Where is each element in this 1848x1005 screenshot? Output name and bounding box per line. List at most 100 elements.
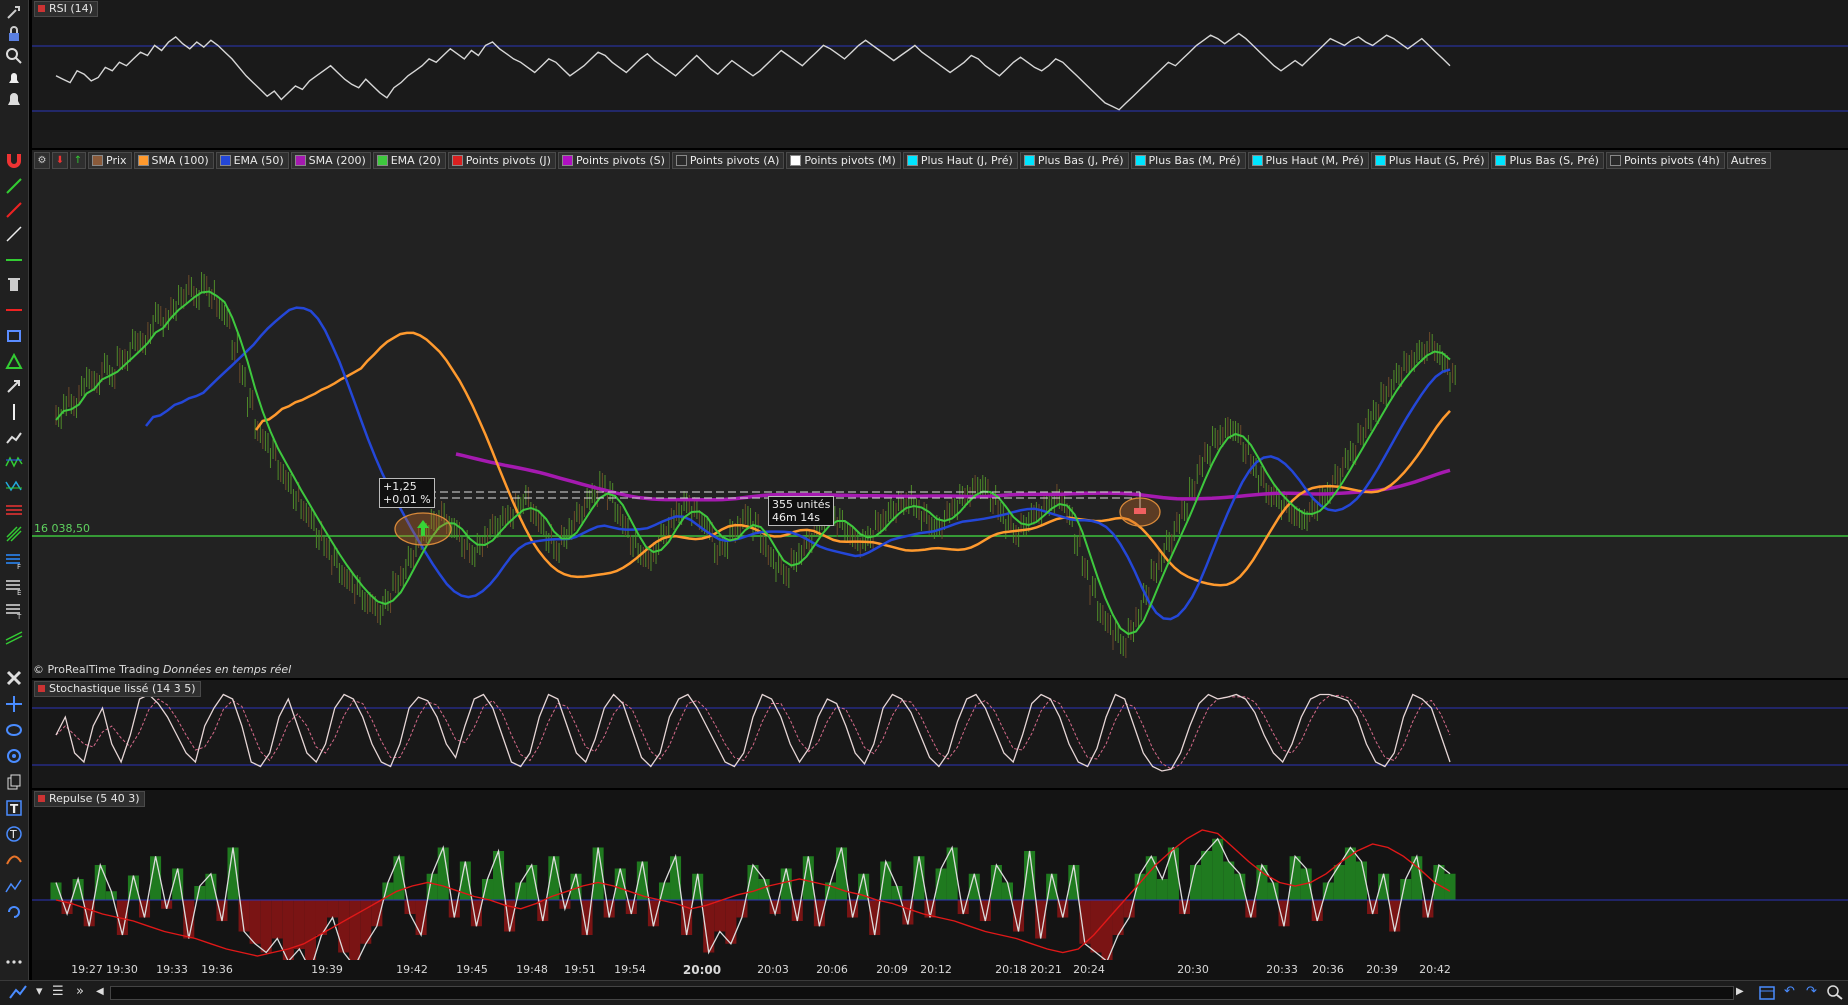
rectangle-icon[interactable] (4, 326, 24, 346)
red-horizontal-icon[interactable] (4, 300, 24, 320)
dropdown-icon[interactable]: ▾ (36, 984, 43, 999)
legend-item[interactable]: SMA (100) (133, 152, 214, 169)
rsi-title[interactable]: RSI (14) (34, 1, 98, 17)
copy-icon[interactable] (4, 772, 24, 792)
trade-info-label: 355 unités 46m 14s (768, 496, 835, 526)
gann-icon[interactable] (4, 746, 24, 766)
wrench-icon[interactable] (4, 2, 24, 22)
legend-item[interactable]: Points pivots (S) (557, 152, 670, 169)
ellipse-icon[interactable] (4, 720, 24, 740)
scroll-right-icon[interactable]: ▶ (1736, 986, 1744, 997)
repulse-title[interactable]: Repulse (5 40 3) (34, 791, 145, 807)
legend-label: Points pivots (A) (689, 154, 780, 167)
legend-item[interactable]: Points pivots (4h) (1605, 152, 1725, 169)
time-tick: 20:21 (1030, 963, 1062, 976)
legend-swatch (1134, 155, 1146, 166)
rsi-pane[interactable]: RSI (14) (32, 0, 1848, 148)
legend-item[interactable]: Autres (1726, 152, 1772, 169)
time-tick: 19:33 (156, 963, 188, 976)
move-icon[interactable] (4, 694, 24, 714)
price-chart (32, 272, 1848, 658)
curve-icon[interactable] (4, 850, 24, 870)
horizontal-line-icon[interactable] (4, 250, 24, 270)
time-tick: 20:12 (920, 963, 952, 976)
repulse-bar (260, 900, 272, 953)
legend-item[interactable]: Points pivots (J) (447, 152, 556, 169)
menu-icon[interactable]: ☰ (52, 984, 64, 999)
channel-icon[interactable] (4, 626, 24, 646)
ema-20-line (55, 290, 1451, 636)
legend-item[interactable]: SMA (200) (290, 152, 371, 169)
legend-item[interactable]: Plus Bas (J, Pré) (1019, 152, 1129, 169)
repulse-bar (304, 900, 316, 960)
svg-text:T: T (10, 802, 19, 816)
time-axis[interactable]: 19:27 19:30 19:33 19:36 19:39 19:42 19:45 19:48… (32, 960, 1848, 980)
fib-time-icon[interactable]: T (4, 600, 24, 620)
time-tick: 19:27 (71, 963, 103, 976)
forward-icon[interactable]: » (76, 984, 84, 999)
segment-icon[interactable] (4, 224, 24, 244)
price-pane[interactable]: ⚙ ⬇ ↑ Prix SMA (100) EMA (50) SMA (200) EMA … (32, 150, 1848, 678)
legend-item[interactable]: Points pivots (M) (786, 152, 901, 169)
legend-swatch (451, 155, 463, 166)
time-tick: 20:42 (1419, 963, 1451, 976)
time-tick: 20:24 (1073, 963, 1105, 976)
vertical-line-icon[interactable] (4, 402, 24, 422)
redo-icon[interactable]: ↷ (1806, 984, 1817, 999)
alert-icon[interactable] (4, 68, 24, 88)
repulse-bar (282, 900, 294, 960)
legend-item[interactable]: Plus Bas (M, Pré) (1130, 152, 1246, 169)
legend-label: Plus Bas (S, Pré) (1509, 154, 1599, 167)
zigzag-icon[interactable] (4, 476, 24, 496)
stochastic-title[interactable]: Stochastique lissé (14 3 5) (34, 681, 201, 697)
legend-item[interactable]: Plus Bas (S, Pré) (1491, 152, 1604, 169)
legend-item[interactable]: Points pivots (A) (671, 152, 785, 169)
pitchfork-icon[interactable] (4, 524, 24, 544)
repulse-pane[interactable]: Repulse (5 40 3) (32, 790, 1848, 960)
red-line-icon[interactable] (4, 200, 24, 220)
tools-icon[interactable] (4, 668, 24, 688)
repulse-bar (670, 856, 682, 900)
fib-retracement-icon[interactable]: F (4, 550, 24, 570)
scroll-left-icon[interactable]: ◀ (96, 986, 104, 997)
legend-item[interactable]: Plus Haut (S, Pré) (1370, 152, 1490, 169)
entry-pnl-label: +1,25 +0,01 % (379, 478, 435, 508)
undo-icon[interactable]: ↶ (1784, 984, 1795, 999)
arrow-icon[interactable] (4, 376, 24, 396)
drawing-toolbar: F E T T T (0, 0, 29, 984)
add-indicator-icon[interactable]: ↑ (70, 152, 86, 169)
polyline-icon[interactable] (4, 428, 24, 448)
legend-item[interactable]: EMA (50) (215, 152, 289, 169)
magnet-icon[interactable] (4, 150, 24, 170)
more-icon[interactable] (4, 952, 24, 972)
trash-icon[interactable] (4, 274, 24, 294)
zoom-icon[interactable] (4, 46, 24, 66)
alert-settings-icon[interactable] (4, 90, 24, 110)
text-icon[interactable]: T (4, 798, 24, 818)
undo-draw-icon[interactable] (4, 902, 24, 922)
legend-label: SMA (100) (151, 154, 209, 167)
time-tick: 19:54 (614, 963, 646, 976)
settings-icon[interactable]: ⚙ (34, 152, 50, 169)
legend-item[interactable]: Plus Haut (M, Pré) (1247, 152, 1369, 169)
time-tick: 19:45 (456, 963, 488, 976)
regression-icon[interactable] (4, 876, 24, 896)
fibonacci-fan-icon[interactable] (4, 500, 24, 520)
wave-icon[interactable] (4, 452, 24, 472)
download-icon[interactable]: ⬇ (52, 152, 68, 169)
triangle-icon[interactable] (4, 352, 24, 372)
time-tick: 20:03 (757, 963, 789, 976)
indicator-legend: ⚙ ⬇ ↑ Prix SMA (100) EMA (50) SMA (200) EMA … (34, 152, 1772, 169)
fib-extension-icon[interactable]: E (4, 576, 24, 596)
legend-item[interactable]: EMA (20) (372, 152, 446, 169)
legend-item[interactable]: Prix (88, 152, 132, 169)
repulse-chart (32, 829, 1848, 960)
legend-label: Plus Haut (J, Pré) (920, 154, 1013, 167)
line-icon[interactable] (4, 176, 24, 196)
legend-item[interactable]: Plus Haut (J, Pré) (902, 152, 1018, 169)
time-scrollbar[interactable] (110, 986, 1734, 1000)
stochastic-pane[interactable]: Stochastique lissé (14 3 5) (32, 680, 1848, 788)
lock-icon[interactable] (4, 24, 24, 44)
label-icon[interactable]: T (4, 824, 24, 844)
time-tick: 20:18 (995, 963, 1027, 976)
